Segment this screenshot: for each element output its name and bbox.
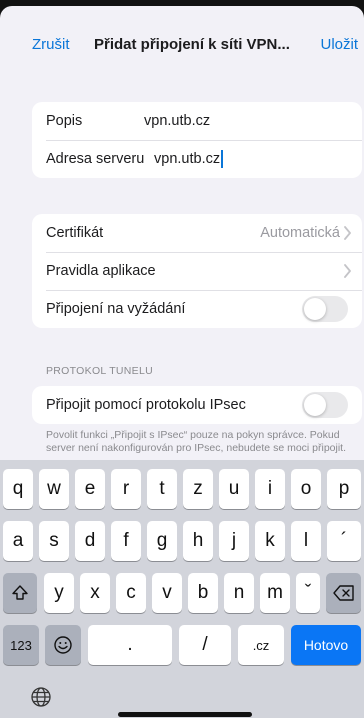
emoji-key[interactable] [45, 625, 81, 665]
key-t[interactable]: t [147, 469, 177, 509]
key-dot[interactable]: . [88, 625, 172, 665]
key-o[interactable]: o [291, 469, 321, 509]
certificate-row[interactable]: Certifikát Automatická [32, 214, 362, 252]
key-e[interactable]: e [75, 469, 105, 509]
server-field[interactable]: vpn.utb.cz [154, 151, 220, 167]
key-b[interactable]: b [188, 573, 218, 613]
backspace-icon [332, 585, 354, 601]
key-z[interactable]: z [183, 469, 213, 509]
key-m[interactable]: m [260, 573, 290, 613]
key-h[interactable]: h [183, 521, 213, 561]
toggle-knob [304, 298, 326, 320]
key-n[interactable]: n [224, 573, 254, 613]
shift-key[interactable] [3, 573, 37, 613]
nav-bar: Zrušit Přidat připojení k síti VPN... Ul… [0, 28, 364, 64]
key-y[interactable]: y [44, 573, 74, 613]
vpn-options-group: Certifikát Automatická Pravidla aplikace… [32, 214, 362, 328]
home-indicator[interactable] [118, 712, 252, 717]
key-k[interactable]: k [255, 521, 285, 561]
key-w[interactable]: w [39, 469, 69, 509]
key-acute[interactable]: ´ [327, 521, 361, 561]
tunnel-group: Připojit pomocí protokolu IPsec [32, 386, 362, 424]
key-a[interactable]: a [3, 521, 33, 561]
ipsec-toggle[interactable] [302, 392, 348, 418]
chevron-right-icon [344, 264, 351, 278]
numbers-key[interactable]: 123 [3, 625, 39, 665]
cancel-button[interactable]: Zrušit [32, 36, 70, 53]
description-field[interactable]: vpn.utb.cz [144, 113, 210, 129]
page-title: Přidat připojení k síti VPN... [94, 36, 290, 53]
backspace-key[interactable] [326, 573, 361, 613]
key-caron[interactable]: ˇ [296, 573, 320, 613]
certificate-label: Certifikát [46, 225, 104, 241]
ipsec-row: Připojit pomocí protokolu IPsec [32, 386, 362, 424]
shift-icon [12, 585, 28, 600]
key-f[interactable]: f [111, 521, 141, 561]
key-g[interactable]: g [147, 521, 177, 561]
app-rules-label: Pravidla aplikace [46, 263, 156, 279]
on-demand-toggle[interactable] [302, 296, 348, 322]
server-label: Adresa serveru [46, 151, 145, 167]
key-slash[interactable]: / [179, 625, 231, 665]
emoji-icon [54, 636, 72, 654]
ipsec-footer-note: Povolit funkci „Připojit s IPsec“ pouze … [46, 429, 347, 454]
vpn-details-group: Popis vpn.utb.cz Adresa serveru vpn.utb.… [32, 102, 362, 178]
chevron-right-icon [344, 226, 351, 240]
key-d[interactable]: d [75, 521, 105, 561]
description-row[interactable]: Popis vpn.utb.cz [32, 102, 362, 140]
text-cursor [221, 150, 223, 168]
key-c[interactable]: c [116, 573, 146, 613]
key-s[interactable]: s [39, 521, 69, 561]
app-rules-row[interactable]: Pravidla aplikace [32, 252, 362, 290]
certificate-value: Automatická [260, 225, 340, 241]
key-j[interactable]: j [219, 521, 249, 561]
ipsec-label: Připojit pomocí protokolu IPsec [46, 397, 246, 413]
key-q[interactable]: q [3, 469, 33, 509]
save-button[interactable]: Uložit [320, 36, 358, 53]
key-v[interactable]: v [152, 573, 182, 613]
globe-icon[interactable] [30, 686, 52, 708]
toggle-knob [304, 394, 326, 416]
key-r[interactable]: r [111, 469, 141, 509]
key-u[interactable]: u [219, 469, 249, 509]
keyboard: q w e r t z u i o p a s d f g h j k l ´ … [0, 460, 364, 718]
key-l[interactable]: l [291, 521, 321, 561]
on-demand-label: Připojení na vyžádání [46, 301, 186, 317]
key-p[interactable]: p [327, 469, 361, 509]
on-demand-row: Připojení na vyžádání [32, 290, 362, 328]
description-label: Popis [46, 113, 83, 129]
tunnel-section-header: PROTOKOL TUNELU [46, 365, 153, 377]
key-i[interactable]: i [255, 469, 285, 509]
key-x[interactable]: x [80, 573, 110, 613]
server-row[interactable]: Adresa serveru vpn.utb.cz [32, 140, 362, 178]
key-cz[interactable]: .cz [238, 625, 284, 665]
done-key[interactable]: Hotovo [291, 625, 361, 665]
